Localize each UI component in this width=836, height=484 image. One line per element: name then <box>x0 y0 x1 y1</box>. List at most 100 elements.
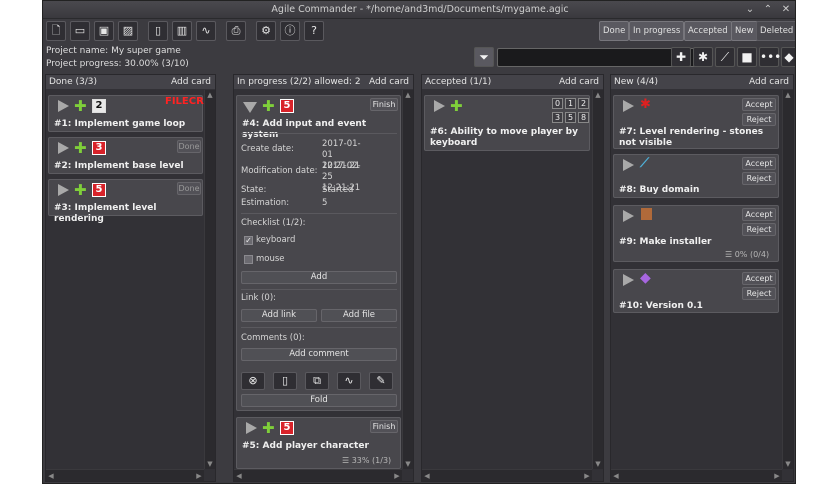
card-2[interactable]: ✚ 3 Done #2: Implement base level <box>48 137 203 174</box>
expand-icon[interactable] <box>58 184 69 196</box>
scroll-right-icon[interactable]: ▶ <box>772 471 782 481</box>
card-4[interactable]: ✚ 5 Finish #4: Add input and event syste… <box>236 95 401 411</box>
scroll-left-icon[interactable]: ◀ <box>234 471 244 481</box>
filter-in-progress[interactable]: In progress <box>629 21 685 41</box>
add-package-button[interactable]: ■ <box>737 47 757 67</box>
accept-button[interactable]: Accept <box>742 157 776 170</box>
clipboard-button[interactable]: ▯ <box>273 372 297 390</box>
scroll-up-icon[interactable]: ▲ <box>403 90 413 100</box>
card-5[interactable]: ✚ 5 Finish #5: Add player character ☰ 33… <box>236 417 401 469</box>
open-button[interactable]: ▭ <box>70 21 90 41</box>
about-button[interactable]: ⓘ <box>280 21 300 41</box>
horizontal-scrollbar[interactable]: ◀ ▶ <box>234 469 402 481</box>
estimate-option[interactable]: 3 <box>552 112 563 123</box>
info-button[interactable]: ▯ <box>148 21 168 41</box>
estimate-option[interactable]: 8 <box>578 112 589 123</box>
card-9[interactable]: Accept Reject #9: Make installer ☰ 0% (0… <box>613 205 779 262</box>
add-task-button[interactable]: ✚ <box>671 47 691 67</box>
card-7[interactable]: ✱ Accept Reject #7: Level rendering - st… <box>613 95 779 149</box>
reject-button[interactable]: Reject <box>742 172 776 185</box>
finish-button[interactable]: Finish <box>370 420 398 433</box>
expand-icon[interactable] <box>623 159 634 171</box>
filter-deleted[interactable]: Deleted <box>756 21 795 41</box>
save-as-button[interactable]: ▨ <box>118 21 138 41</box>
activity-button[interactable]: ∿ <box>337 372 361 390</box>
vertical-scrollbar[interactable]: ▲ ▼ <box>782 90 793 469</box>
estimate-option[interactable]: 1 <box>565 98 576 109</box>
estimate-option[interactable]: 0 <box>552 98 563 109</box>
new-file-button[interactable]: 🗋 <box>46 21 66 41</box>
add-checklist-button[interactable]: Add <box>241 271 397 284</box>
done-button[interactable]: Done <box>177 182 201 195</box>
fold-button[interactable]: Fold <box>241 394 397 407</box>
reject-button[interactable]: Reject <box>742 113 776 126</box>
accept-button[interactable]: Accept <box>742 98 776 111</box>
add-card-button[interactable]: Add card <box>171 75 211 89</box>
expand-icon[interactable] <box>58 100 69 112</box>
card-3[interactable]: ✚ 5 Done #3: Implement level rendering <box>48 179 203 224</box>
scroll-left-icon[interactable]: ◀ <box>611 471 621 481</box>
scroll-up-icon[interactable]: ▲ <box>205 90 215 100</box>
vertical-scrollbar[interactable]: ▲ ▼ <box>204 90 215 469</box>
card-6[interactable]: ✚ 0 1 2 3 5 8 #6: Ability to move player… <box>424 95 590 151</box>
add-card-button[interactable]: Add card <box>749 75 789 89</box>
done-button[interactable]: Done <box>177 140 201 153</box>
filter-new[interactable]: New <box>731 21 758 41</box>
expand-icon[interactable] <box>434 100 445 112</box>
stats-button[interactable]: ▥ <box>172 21 192 41</box>
delete-card-button[interactable]: ⊗ <box>241 372 265 390</box>
vertical-scrollbar[interactable]: ▲ ▼ <box>402 90 413 469</box>
scroll-down-icon[interactable]: ▼ <box>593 459 603 469</box>
expand-icon[interactable] <box>623 100 634 112</box>
scroll-left-icon[interactable]: ◀ <box>46 471 56 481</box>
checkbox-keyboard[interactable]: ✓ <box>244 236 253 245</box>
maximize-icon[interactable]: ⌃ <box>761 3 775 17</box>
scroll-up-icon[interactable]: ▲ <box>783 90 793 100</box>
horizontal-scrollbar[interactable]: ◀ ▶ <box>46 469 204 481</box>
settings-button[interactable]: ⚙ <box>256 21 276 41</box>
scroll-right-icon[interactable]: ▶ <box>582 471 592 481</box>
reject-button[interactable]: Reject <box>742 287 776 300</box>
estimate-option[interactable]: 2 <box>578 98 589 109</box>
expand-icon[interactable] <box>623 274 634 286</box>
horizontal-scrollbar[interactable]: ◀ ▶ <box>422 469 592 481</box>
scroll-down-icon[interactable]: ▼ <box>205 459 215 469</box>
add-bug-button[interactable]: ✱ <box>693 47 713 67</box>
close-icon[interactable]: ✕ <box>779 3 793 17</box>
add-milestone-button[interactable]: ◆ <box>781 47 795 67</box>
add-other-button[interactable]: ••• <box>759 47 781 67</box>
save-button[interactable]: ▣ <box>94 21 114 41</box>
expand-icon[interactable] <box>246 422 257 434</box>
card-8[interactable]: ⟋ Accept Reject #8: Buy domain <box>613 154 779 198</box>
scroll-down-icon[interactable]: ▼ <box>783 459 793 469</box>
scroll-right-icon[interactable]: ▶ <box>392 471 402 481</box>
scroll-up-icon[interactable]: ▲ <box>593 90 603 100</box>
add-tool-button[interactable]: ⟋ <box>715 47 735 67</box>
add-card-button[interactable]: Add card <box>559 75 599 89</box>
accept-button[interactable]: Accept <box>742 272 776 285</box>
estimate-option[interactable]: 5 <box>565 112 576 123</box>
horizontal-scrollbar[interactable]: ◀ ▶ <box>611 469 782 481</box>
add-link-button[interactable]: Add link <box>241 309 317 322</box>
scroll-down-icon[interactable]: ▼ <box>403 459 413 469</box>
scroll-right-icon[interactable]: ▶ <box>194 471 204 481</box>
expand-icon[interactable] <box>623 210 634 222</box>
help-button[interactable]: ? <box>304 21 324 41</box>
reject-button[interactable]: Reject <box>742 223 776 236</box>
copy-button[interactable]: ⧉ <box>305 372 329 390</box>
filter-done[interactable]: Done <box>599 21 630 41</box>
card-10[interactable]: ◆ Accept Reject #10: Version 0.1 <box>613 269 779 313</box>
card-1[interactable]: ✚ 2 FILECR #1: Implement game loop <box>48 95 204 132</box>
vertical-scrollbar[interactable]: ▲ ▼ <box>592 90 603 469</box>
filter-button[interactable]: ⏷ <box>474 47 494 67</box>
accept-button[interactable]: Accept <box>742 208 776 221</box>
filter-accepted[interactable]: Accepted <box>684 21 732 41</box>
add-card-button[interactable]: Add card <box>369 75 409 89</box>
edit-button[interactable]: ✎ <box>369 372 393 390</box>
add-file-button[interactable]: Add file <box>321 309 397 322</box>
add-comment-button[interactable]: Add comment <box>241 348 397 361</box>
activity-button[interactable]: ∿ <box>196 21 216 41</box>
collapse-icon[interactable] <box>243 102 257 113</box>
finish-button[interactable]: Finish <box>370 98 398 111</box>
checkbox-mouse[interactable] <box>244 255 253 264</box>
